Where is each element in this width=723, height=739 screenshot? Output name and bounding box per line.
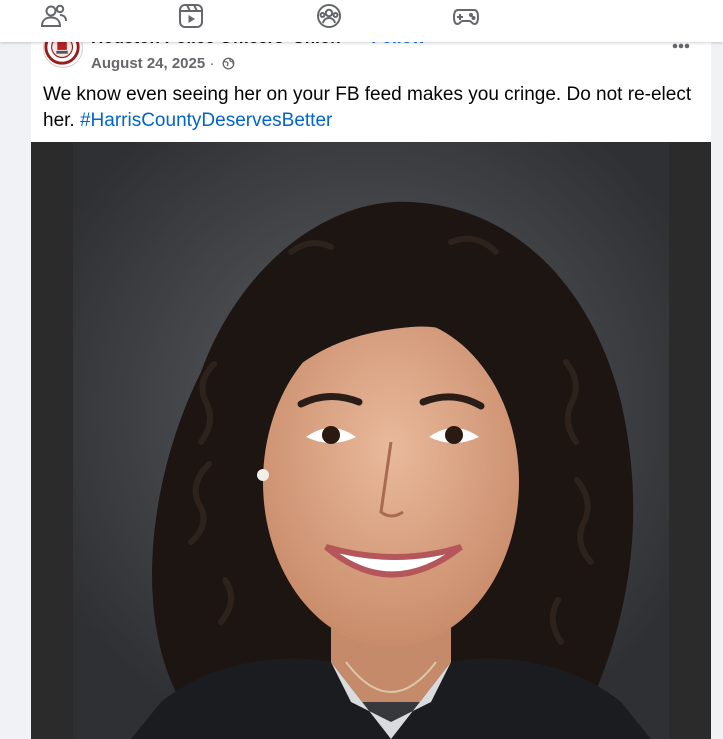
gaming-icon[interactable] bbox=[452, 3, 480, 29]
groups-icon[interactable] bbox=[315, 3, 343, 29]
meta-separator: · bbox=[209, 55, 215, 72]
portrait-image bbox=[31, 142, 711, 739]
post-text: We know even seeing her on your FB feed … bbox=[43, 82, 693, 134]
globe-icon bbox=[222, 57, 235, 74]
post-photo[interactable] bbox=[31, 142, 711, 739]
top-navigation-bar bbox=[0, 0, 723, 42]
hashtag-link[interactable]: #HarrisCountyDeservesBetter bbox=[80, 110, 332, 131]
friends-icon[interactable] bbox=[40, 3, 68, 29]
post-date[interactable]: August 24, 2025 bbox=[91, 55, 205, 72]
post-meta: August 24, 2025 · bbox=[91, 55, 235, 74]
post-card: Houston Police Officers' Union · Follow … bbox=[31, 32, 711, 739]
reels-video-icon[interactable] bbox=[177, 3, 205, 29]
